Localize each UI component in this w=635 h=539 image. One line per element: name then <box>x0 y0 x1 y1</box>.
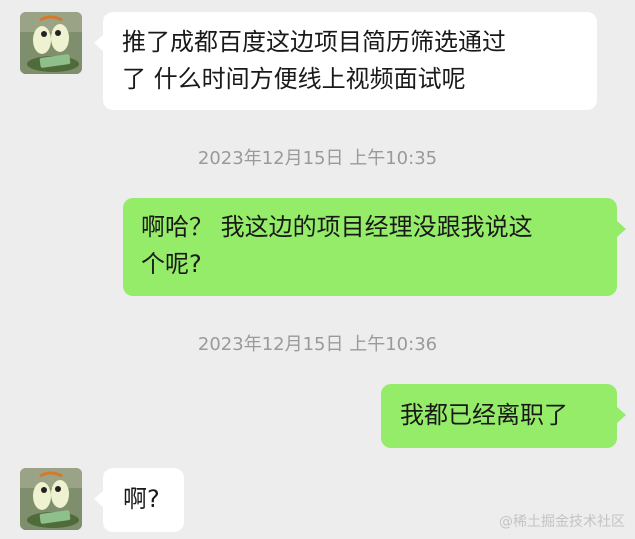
watermark: @稀土掘金技术社区 <box>499 514 625 530</box>
message-line: 了 什么时间方便线上视频面试呢 <box>122 65 466 93</box>
contact-avatar[interactable] <box>20 12 82 74</box>
avatar-image <box>20 468 82 530</box>
timestamp: 2023年12月15日 上午10:35 <box>197 148 438 169</box>
message-line: 我都已经离职了 <box>400 401 568 429</box>
timestamp: 2023年12月15日 上午10:36 <box>197 334 438 355</box>
message-bubble-outgoing[interactable]: 我都已经离职了 <box>381 384 626 448</box>
message-bubble-outgoing[interactable]: 啊哈？ 我这边的项目经理没跟我说这 个呢? <box>123 198 626 296</box>
message-line: 啊哈？ 我这边的项目经理没跟我说这 <box>141 213 533 241</box>
contact-avatar[interactable] <box>20 468 82 530</box>
avatar-image <box>20 12 82 74</box>
message-bubble-incoming[interactable]: 推了成都百度这边项目简历筛选通过 了 什么时间方便线上视频面试呢 <box>94 12 597 110</box>
message-line: 啊? <box>123 485 160 513</box>
message-line: 推了成都百度这边项目简历筛选通过 <box>122 28 506 56</box>
message-line: 个呢? <box>141 250 202 278</box>
message-bubble-incoming[interactable]: 啊? <box>94 468 184 532</box>
